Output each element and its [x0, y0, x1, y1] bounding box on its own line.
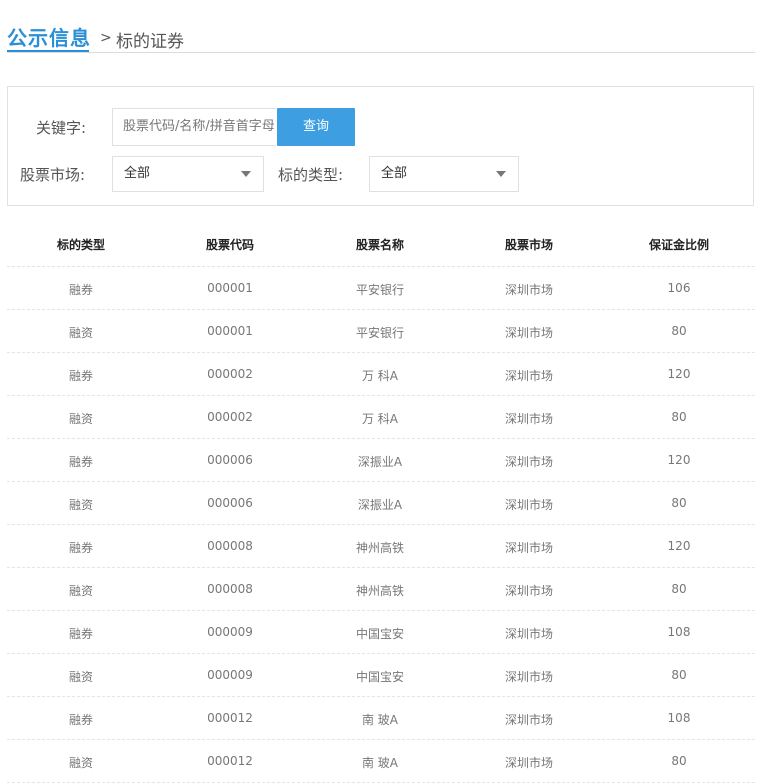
market-label: 股票市场:: [20, 166, 86, 184]
table-cell: 000009: [207, 625, 253, 639]
table-cell: 南 玻A: [361, 713, 399, 727]
table-cell: 000012: [207, 754, 253, 768]
table-row: 融券 000012 南 玻A 深圳市场 108: [7, 697, 755, 740]
table-cell: 平安银行: [355, 326, 404, 340]
page-header: 公示信息 > 标的证券: [0, 0, 764, 60]
table-cell: 000001: [207, 281, 253, 295]
column-header: 股票代码: [205, 238, 254, 252]
table-cell: 融资: [68, 326, 93, 340]
table-row: 融券 000001 平安银行 深圳市场 106: [7, 267, 755, 310]
keyword-input[interactable]: 股票代码/名称/拼音首字母: [112, 108, 276, 146]
table-cell: 80: [671, 582, 687, 596]
table-body: 融券 000001 平安银行 深圳市场 106 融资 000001 平安银行 深圳市场 80 融券 0…: [7, 267, 755, 783]
table-cell: 80: [671, 496, 687, 510]
table-cell: 120: [667, 539, 691, 553]
table-cell: 000006: [207, 453, 253, 467]
table-cell: 融资: [68, 498, 93, 512]
search-button[interactable]: 查询: [277, 108, 355, 146]
table-cell: 万 科A: [361, 369, 399, 383]
table-cell: 万 科A: [361, 412, 399, 426]
table-cell: 平安银行: [355, 283, 404, 297]
table-cell: 106: [667, 281, 691, 295]
table-cell: 神州高铁: [355, 541, 404, 555]
table-row: 融券 000002 万 科A 深圳市场 120: [7, 353, 755, 396]
table-cell: 深圳市场: [504, 283, 553, 297]
table-cell: 000008: [207, 582, 253, 596]
table-row: 融资 000009 中国宝安 深圳市场 80: [7, 654, 755, 697]
table-cell: 融券: [68, 713, 93, 727]
table-cell: 融券: [68, 283, 93, 297]
table-cell: 深圳市场: [504, 584, 553, 598]
keyword-label: 关键字:: [36, 119, 87, 137]
column-header: 股票市场: [504, 238, 553, 252]
table-cell: 中国宝安: [355, 670, 404, 684]
table-cell: 中国宝安: [355, 627, 404, 641]
table-cell: 深圳市场: [504, 713, 553, 727]
column-header: 标的类型: [56, 238, 105, 252]
table-cell: 深圳市场: [504, 627, 553, 641]
table-cell: 深振业A: [357, 498, 403, 512]
table-cell: 000006: [207, 496, 253, 510]
table-cell: 深圳市场: [504, 498, 553, 512]
table-cell: 80: [671, 410, 687, 424]
table-cell: 000008: [207, 539, 253, 553]
column-header: 股票名称: [355, 238, 404, 252]
table-cell: 深圳市场: [504, 326, 553, 340]
table-cell: 000009: [207, 668, 253, 682]
table-cell: 000002: [207, 410, 253, 424]
table-cell: 000012: [207, 711, 253, 725]
table-row: 融资 000001 平安银行 深圳市场 80: [7, 310, 755, 353]
table-header: 标的类型 股票代码 股票名称 股票市场 保证金比例: [7, 224, 755, 267]
table-cell: 融资: [68, 412, 93, 426]
table-cell: 融券: [68, 369, 93, 383]
breadcrumb-separator: >: [100, 30, 112, 46]
market-select-value: 全部: [124, 166, 151, 181]
type-select-value: 全部: [381, 166, 408, 181]
table-cell: 000001: [207, 324, 253, 338]
table-cell: 108: [667, 625, 691, 639]
search-panel: 关键字: 股票代码/名称/拼音首字母 查询 股票市场: 全部 标的类型: 全部: [7, 86, 754, 206]
breadcrumb-current[interactable]: 标的证券: [116, 27, 184, 52]
table-cell: 深圳市场: [504, 541, 553, 555]
table-cell: 南 玻A: [361, 756, 399, 770]
table-cell: 深圳市场: [504, 455, 553, 469]
table-row: 融券 000006 深振业A 深圳市场 120: [7, 439, 755, 482]
table-cell: 108: [667, 711, 691, 725]
table-row: 融券 000008 神州高铁 深圳市场 120: [7, 525, 755, 568]
market-select[interactable]: 全部: [112, 156, 264, 192]
table-row: 融资 000002 万 科A 深圳市场 80: [7, 396, 755, 439]
table-cell: 深圳市场: [504, 756, 553, 770]
table-cell: 深圳市场: [504, 412, 553, 426]
column-header: 保证金比例: [648, 238, 709, 252]
table-row: 融资 000008 神州高铁 深圳市场 80: [7, 568, 755, 611]
table-row: 融券 000009 中国宝安 深圳市场 108: [7, 611, 755, 654]
table-cell: 120: [667, 367, 691, 381]
table-cell: 深圳市场: [504, 369, 553, 383]
table-cell: 120: [667, 453, 691, 467]
table-cell: 80: [671, 324, 687, 338]
table-row: 融资 000012 南 玻A 深圳市场 80: [7, 740, 755, 783]
table-cell: 融资: [68, 584, 93, 598]
table-cell: 融资: [68, 756, 93, 770]
header-divider: [7, 52, 755, 53]
table-cell: 融券: [68, 627, 93, 641]
type-select[interactable]: 全部: [369, 156, 519, 192]
table-cell: 融券: [68, 541, 93, 555]
table-cell: 深圳市场: [504, 670, 553, 684]
table-row: 融资 000006 深振业A 深圳市场 80: [7, 482, 755, 525]
table-cell: 神州高铁: [355, 584, 404, 598]
table-cell: 80: [671, 668, 687, 682]
table-cell: 000002: [207, 367, 253, 381]
type-label: 标的类型:: [278, 166, 344, 184]
securities-table: 标的类型 股票代码 股票名称 股票市场 保证金比例 融券 000001 平安银行 深圳…: [7, 224, 755, 783]
table-cell: 深振业A: [357, 455, 403, 469]
chevron-down-icon: [241, 171, 251, 177]
chevron-down-icon: [496, 171, 506, 177]
page-title: 公示信息: [7, 26, 91, 50]
table-cell: 融券: [68, 455, 93, 469]
table-cell: 80: [671, 754, 687, 768]
table-cell: 融资: [68, 670, 93, 684]
